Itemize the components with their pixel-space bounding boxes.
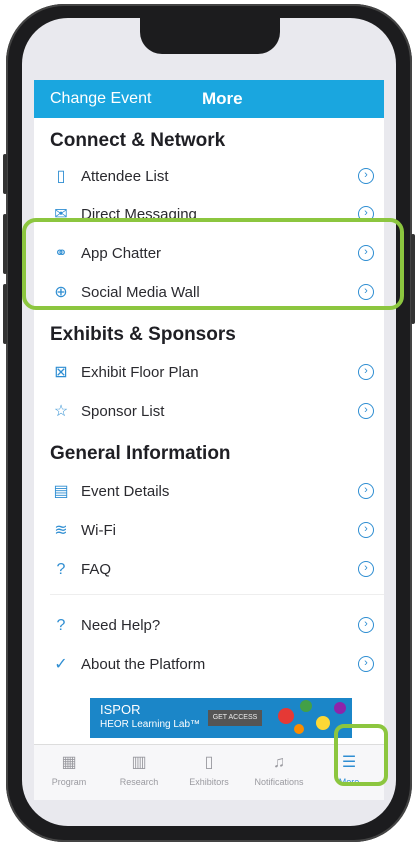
- divider: [50, 594, 384, 595]
- chevron-right-icon: ›: [358, 561, 374, 577]
- chevron-right-icon: ›: [358, 522, 374, 538]
- menu-item-label: About the Platform: [81, 656, 206, 673]
- menu-item-label: Need Help?: [81, 617, 161, 634]
- app-screen: Change Event More Connect & Network ▯ At…: [34, 80, 384, 800]
- attendee-list-icon: ▯: [56, 168, 66, 185]
- page-title: More: [202, 89, 243, 108]
- menu-item-label: Sponsor List: [81, 403, 165, 420]
- phone-frame: Change Event More Connect & Network ▯ At…: [3, 4, 415, 842]
- banner-decoration: [334, 702, 346, 714]
- phone-power-button: [411, 234, 415, 324]
- menu-item-wifi[interactable]: ≋ Wi-Fi ›: [34, 514, 384, 548]
- chevron-right-icon: ›: [358, 168, 374, 184]
- tab-bar: ▦ Program ▥ Research ▯ Exhibitors ♫ Noti…: [34, 744, 384, 800]
- wifi-icon: ≋: [54, 522, 68, 539]
- section-title-connect: Connect & Network: [50, 130, 226, 151]
- banner-cta-button[interactable]: GET ACCESS: [208, 710, 262, 726]
- tab-exhibitors[interactable]: ▯ Exhibitors: [174, 753, 244, 787]
- banner-decoration: [278, 708, 294, 724]
- menu-item-label: Event Details: [81, 483, 170, 500]
- research-icon: ▥: [131, 754, 147, 771]
- highlight-box-more-tab: [334, 724, 388, 786]
- tab-program[interactable]: ▦ Program: [34, 753, 104, 787]
- menu-item-faq[interactable]: ? FAQ ›: [34, 553, 384, 587]
- menu-item-label: Wi-Fi: [81, 522, 116, 539]
- ad-banner[interactable]: ISPOR HEOR Learning Lab™ GET ACCESS: [90, 698, 352, 738]
- question-icon: ?: [56, 561, 66, 578]
- highlight-box-connect-items: [22, 218, 404, 310]
- menu-item-exhibit-floor-plan[interactable]: ⊠ Exhibit Floor Plan ›: [34, 356, 384, 390]
- chevron-right-icon: ›: [358, 617, 374, 633]
- tab-research[interactable]: ▥ Research: [104, 753, 174, 787]
- menu-item-label: Exhibit Floor Plan: [81, 364, 199, 381]
- change-event-button[interactable]: Change Event: [50, 90, 151, 108]
- star-icon: ☆: [53, 403, 69, 420]
- tab-label: Exhibitors: [189, 777, 229, 787]
- phone-screen-area: Change Event More Connect & Network ▯ At…: [22, 18, 396, 826]
- menu-item-need-help[interactable]: ? Need Help? ›: [34, 609, 384, 643]
- menu-item-label: Attendee List: [81, 168, 169, 185]
- tab-label: Program: [51, 777, 87, 787]
- exhibitors-icon: ▯: [204, 754, 214, 771]
- phone-volume-down-button: [3, 284, 7, 344]
- banner-decoration: [300, 700, 312, 712]
- top-bar: Change Event More: [34, 80, 384, 118]
- notch: [140, 18, 280, 54]
- banner-decoration: [316, 716, 330, 730]
- tab-notifications[interactable]: ♫ Notifications: [244, 753, 314, 787]
- tab-label: Notifications: [254, 777, 304, 787]
- check-circle-icon: ✓: [54, 656, 68, 673]
- chevron-right-icon: ›: [358, 656, 374, 672]
- section-title-exhibits: Exhibits & Sponsors: [50, 324, 236, 345]
- phone-volume-up-button: [3, 214, 7, 274]
- section-title-general: General Information: [50, 443, 231, 464]
- chevron-right-icon: ›: [358, 403, 374, 419]
- tab-label: Research: [119, 777, 159, 787]
- banner-subtitle: HEOR Learning Lab™: [100, 719, 201, 730]
- program-icon: ▦: [61, 754, 77, 771]
- chevron-right-icon: ›: [358, 364, 374, 380]
- bell-icon: ♫: [273, 754, 285, 771]
- banner-brand: ISPOR: [100, 702, 141, 717]
- menu-item-about-platform[interactable]: ✓ About the Platform ›: [34, 648, 384, 682]
- chevron-right-icon: ›: [358, 483, 374, 499]
- banner-decoration: [294, 724, 304, 734]
- menu-item-attendee-list[interactable]: ▯ Attendee List ›: [34, 160, 384, 194]
- phone-side-button: [3, 154, 7, 194]
- floor-plan-icon: ⊠: [54, 364, 68, 381]
- menu-item-event-details[interactable]: ▤ Event Details ›: [34, 475, 384, 509]
- help-icon: ?: [56, 617, 66, 634]
- menu-item-label: FAQ: [81, 561, 112, 578]
- menu-item-sponsor-list[interactable]: ☆ Sponsor List ›: [34, 395, 384, 429]
- calendar-icon: ▤: [53, 483, 69, 500]
